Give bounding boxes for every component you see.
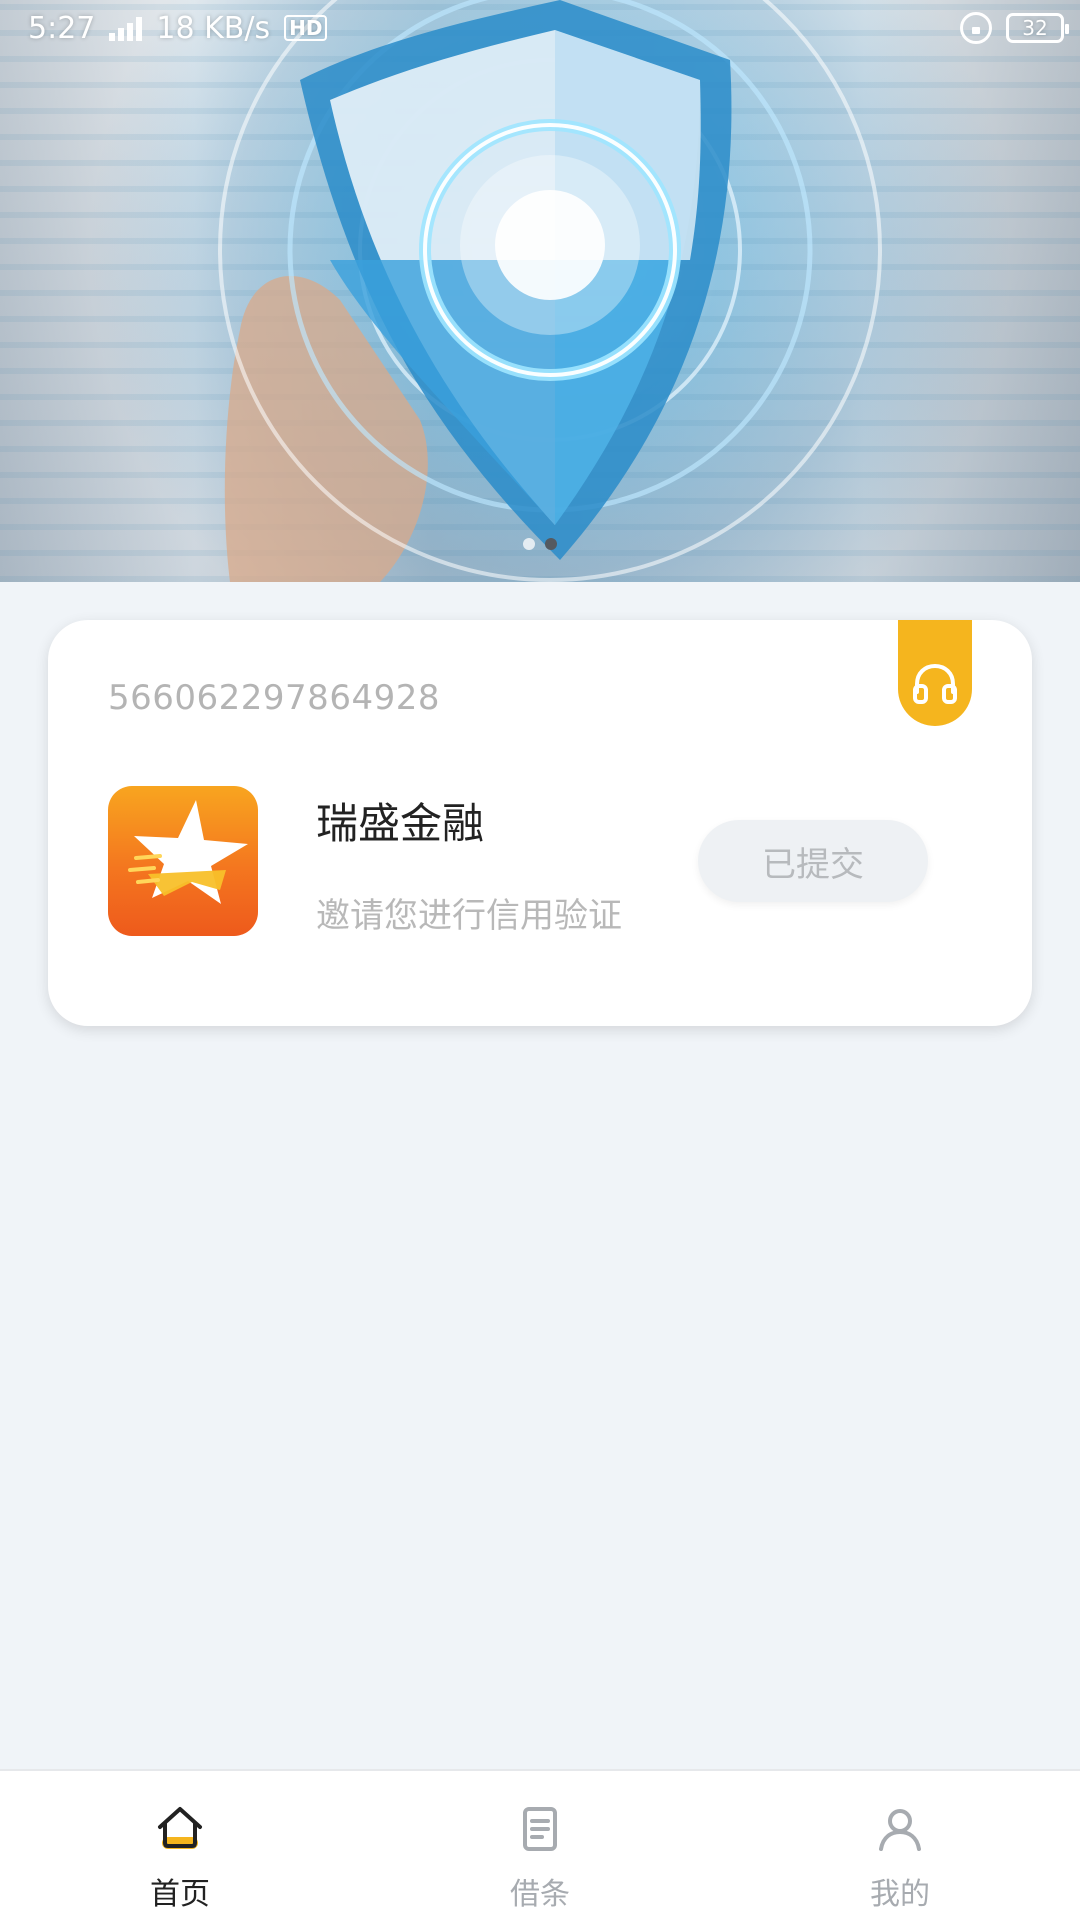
submitted-status-button[interactable]: 已提交 [698, 820, 928, 902]
credit-invitation-card[interactable]: 566062297864928 瑞盛金融 邀请您进行信用验证 已提交 [48, 620, 1032, 1026]
home-icon [158, 1807, 202, 1849]
app-name: 瑞盛金融 [316, 799, 485, 848]
customer-service-button[interactable] [898, 620, 972, 726]
nav-item-profile[interactable]: 我的 [720, 1771, 1080, 1920]
status-bar: 5:27 18 KB/s HD 32 [0, 0, 1080, 56]
nav-item-iou[interactable]: 借条 [360, 1771, 720, 1920]
app-logo [108, 786, 258, 936]
person-icon [879, 1809, 921, 1851]
carousel-dot-active [545, 538, 557, 550]
bottom-nav: 首页 借条 我的 [0, 1769, 1080, 1920]
rotation-lock-icon [960, 12, 992, 44]
invitation-text: 邀请您进行信用验证 [316, 896, 622, 936]
battery-icon: 32 [1006, 13, 1069, 43]
banner-image [218, 0, 882, 582]
nav-label-profile: 我的 [870, 1877, 930, 1912]
nav-item-home[interactable]: 首页 [0, 1771, 360, 1920]
banner-carousel[interactable]: 5:27 18 KB/s HD 32 [0, 0, 1080, 582]
hd-icon: HD [284, 15, 328, 41]
order-id: 566062297864928 [108, 678, 440, 718]
nav-label-home: 首页 [150, 1877, 210, 1912]
star-logo-icon [128, 800, 248, 904]
carousel-dot [523, 538, 535, 550]
status-time: 5:27 [28, 10, 96, 46]
headset-icon [913, 663, 957, 704]
network-speed: 18 KB/s [156, 10, 271, 46]
signal-icon [109, 15, 143, 41]
document-icon [523, 1807, 557, 1851]
nav-label-iou: 借条 [510, 1877, 570, 1912]
carousel-indicator [0, 538, 1080, 550]
